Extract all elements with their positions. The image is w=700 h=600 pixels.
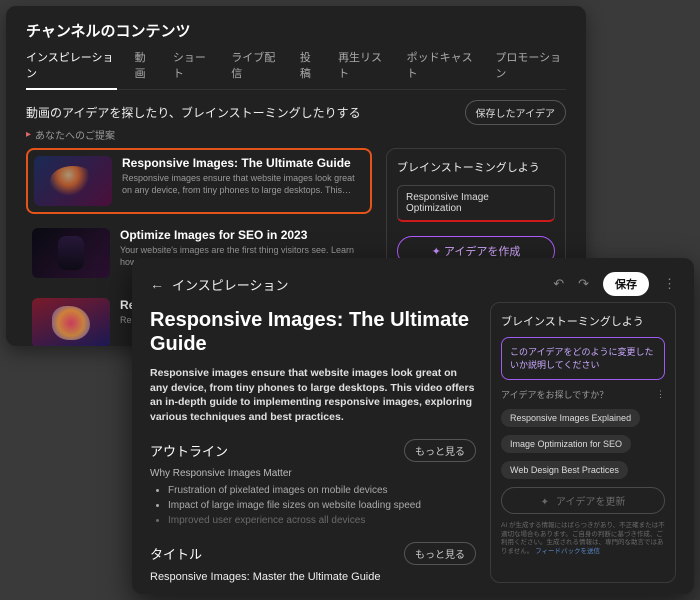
idea-heading: Responsive Images: The Ultimate Guide: [150, 308, 476, 356]
idea-thumbnail: [34, 156, 112, 206]
idea-edit-input[interactable]: このアイデアをどのように変更したいか説明してください: [501, 337, 665, 380]
tab-shorts[interactable]: ショート: [173, 47, 213, 83]
tab-inspiration[interactable]: インスピレーション: [26, 47, 117, 90]
breadcrumb: インスピレーション: [172, 275, 288, 294]
back-arrow-icon[interactable]: ←: [150, 276, 164, 292]
update-idea-button: ✦ アイデアを更新: [501, 487, 665, 514]
more-icon[interactable]: ⋮: [656, 389, 665, 400]
title-more-button[interactable]: もっと見る: [404, 542, 476, 565]
undo-icon[interactable]: ↶: [553, 276, 564, 292]
tab-playlists[interactable]: 再生リスト: [338, 47, 389, 83]
idea-desc: Responsive images ensure that website im…: [122, 173, 364, 196]
title-section-heading: タイトル: [150, 544, 202, 563]
tab-videos[interactable]: 動画: [135, 47, 155, 83]
suggestion-chip[interactable]: Responsive Images Explained: [501, 409, 640, 427]
tab-podcasts[interactable]: ポッドキャスト: [407, 47, 478, 83]
suggestion-chip[interactable]: Image Optimization for SEO: [501, 435, 631, 453]
title-suggestion: Responsive Images: Master the Ultimate G…: [150, 571, 476, 583]
tab-posts[interactable]: 投稿: [300, 47, 320, 83]
sparkle-icon: ✦: [432, 246, 441, 258]
outline-item: Impact of large image file sizes on webs…: [168, 498, 476, 513]
brainstorm-title: ブレインストーミングしよう: [501, 313, 665, 329]
detail-main: Responsive Images: The Ultimate Guide Re…: [150, 302, 476, 583]
tab-promotion[interactable]: プロモーション: [495, 47, 566, 83]
page-title: チャンネルのコンテンツ: [26, 20, 566, 41]
subheading: 動画のアイデアを探したり、ブレインストーミングしたりする: [26, 104, 361, 121]
idea-title: Responsive Images: The Ultimate Guide: [122, 156, 364, 170]
idea-thumbnail: [32, 298, 110, 346]
sparkle-icon: ✦: [541, 497, 549, 508]
idea-card[interactable]: Responsive Images: The Ultimate Guide Re…: [26, 148, 372, 214]
update-label: アイデアを更新: [556, 497, 626, 508]
inspiration-detail-window: ← インスピレーション ↶ ↷ 保存 ⋮ Responsive Images: …: [132, 258, 694, 594]
saved-ideas-button[interactable]: 保存したアイデア: [465, 100, 567, 125]
outline-list: Frustration of pixelated images on mobil…: [168, 483, 476, 528]
ai-disclaimer: AI が生成する情報にはばらつきがあり、不正確または不適切な場合もあります。ご自…: [501, 522, 665, 556]
feedback-link[interactable]: フィードバックを送信: [535, 548, 600, 555]
brainstorm-input[interactable]: Responsive Image Optimization: [397, 185, 555, 222]
redo-icon[interactable]: ↷: [578, 276, 589, 292]
idea-lead: Responsive images ensure that website im…: [150, 366, 476, 425]
outline-heading: アウトライン: [150, 441, 228, 460]
outline-item: Improved user experience across all devi…: [168, 513, 476, 528]
suggestion-chip[interactable]: Web Design Best Practices: [501, 461, 628, 479]
tab-live[interactable]: ライブ配信: [231, 47, 282, 83]
outline-subheading: Why Responsive Images Matter: [150, 468, 476, 479]
idea-q-text: アイデアをお探しですか？: [501, 388, 608, 401]
suggestions-text: あなたへのご提案: [35, 127, 115, 142]
idea-thumbnail: [32, 228, 110, 278]
chevron-right-icon: ▸: [26, 129, 31, 140]
subheader: 動画のアイデアを探したり、ブレインストーミングしたりする 保存したアイデア: [26, 100, 566, 125]
outline-more-button[interactable]: もっと見る: [404, 439, 476, 462]
brainstorm-side-panel: ブレインストーミングしよう このアイデアをどのように変更したいか説明してください…: [490, 302, 676, 583]
suggestions-label: ▸ あなたへのご提案: [26, 127, 566, 142]
save-button[interactable]: 保存: [603, 272, 649, 296]
idea-suggestions-label: アイデアをお探しですか？ ⋮: [501, 388, 665, 401]
tabs-bar: インスピレーション 動画 ショート ライブ配信 投稿 再生リスト ポッドキャスト…: [26, 47, 566, 90]
generate-label: アイデアを作成: [444, 246, 520, 258]
idea-title: Optimize Images for SEO in 2023: [120, 228, 366, 242]
brainstorm-title: ブレインストーミングしよう: [397, 159, 555, 175]
outline-item: Frustration of pixelated images on mobil…: [168, 483, 476, 498]
more-icon[interactable]: ⋮: [663, 276, 676, 292]
